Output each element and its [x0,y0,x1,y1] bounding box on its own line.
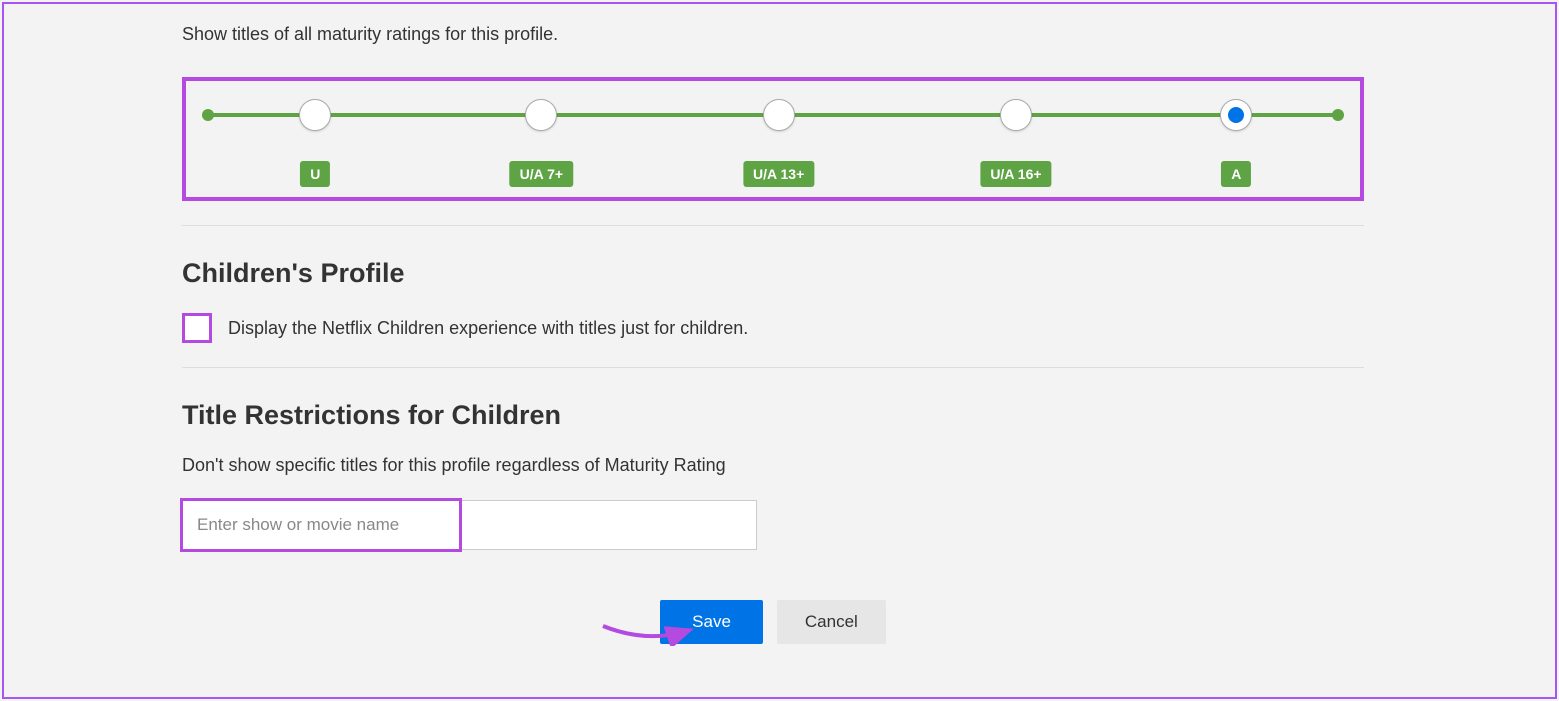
maturity-step-3[interactable] [1000,99,1032,131]
maturity-step-label-1: U/A 7+ [510,161,573,187]
maturity-slider-highlight: U U/A 7+ U/A 13+ U/A 16+ A [182,77,1364,201]
maturity-step-label-3: U/A 16+ [980,161,1051,187]
title-restrictions-input-wrap [182,500,757,550]
maturity-step-0[interactable] [299,99,331,131]
settings-content: Show titles of all maturity ratings for … [182,24,1364,644]
title-restrictions-description: Don't show specific titles for this prof… [182,455,1364,476]
maturity-slider-track[interactable]: UU/A 7+U/A 13+U/A 16+A [208,113,1338,117]
maturity-step-label-4: A [1221,161,1251,187]
maturity-step-2[interactable] [763,99,795,131]
maturity-step-label-2: U/A 13+ [743,161,814,187]
divider [182,225,1364,226]
maturity-step-1[interactable] [525,99,557,131]
divider [182,367,1364,368]
save-button[interactable]: Save [660,600,763,644]
cancel-button[interactable]: Cancel [777,600,886,644]
slider-end-dot-left [202,109,214,121]
maturity-step-4[interactable] [1220,99,1252,131]
slider-end-dot-right [1332,109,1344,121]
title-restrictions-heading: Title Restrictions for Children [182,400,1364,431]
children-profile-heading: Children's Profile [182,258,1364,289]
maturity-step-label-0: U [300,161,330,187]
maturity-subtitle: Show titles of all maturity ratings for … [182,24,1364,45]
title-restrictions-input[interactable] [182,500,757,550]
children-profile-checkbox-row: Display the Netflix Children experience … [182,313,1364,343]
children-profile-checkbox-label: Display the Netflix Children experience … [228,318,748,339]
action-buttons: Save Cancel [182,600,1364,644]
children-profile-checkbox[interactable] [182,313,212,343]
